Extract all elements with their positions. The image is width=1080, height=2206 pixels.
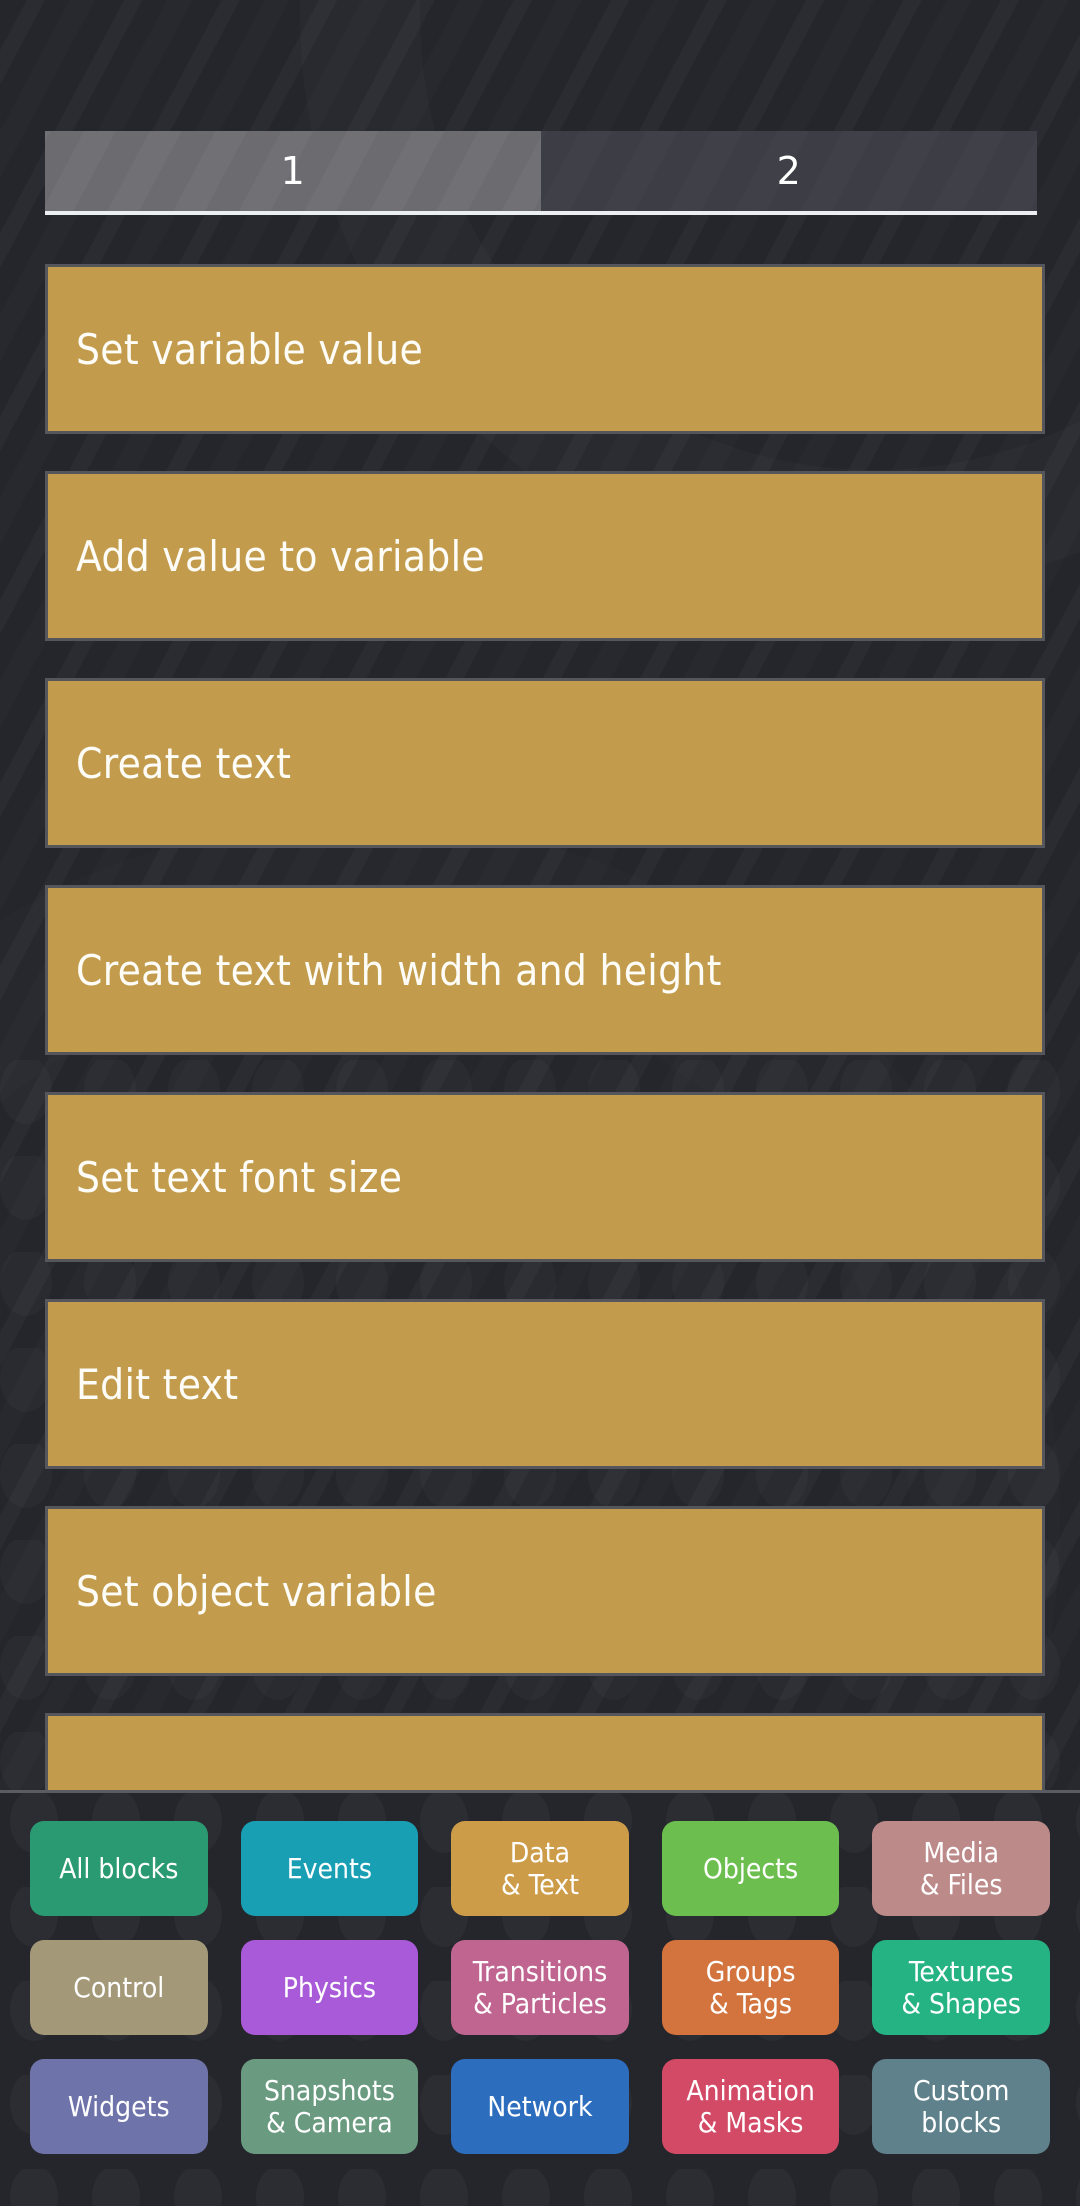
category-button-label: Transitions (472, 1955, 608, 1989)
block-list[interactable]: Set variable value Add value to variable C… (45, 264, 1045, 1792)
category-button-groups-tags[interactable]: Groups & Tags (661, 1940, 840, 2035)
category-button-widgets[interactable]: Widgets (30, 2059, 208, 2154)
block-list-item[interactable]: Create text with width and height (45, 885, 1045, 1055)
category-button-label: Physics (282, 1970, 376, 2004)
category-button-custom-blocks[interactable]: Custom blocks (872, 2059, 1050, 2154)
category-button-label: & Tags (709, 1986, 793, 2020)
block-list-item[interactable]: Set text font size (45, 1092, 1045, 1262)
category-button-events[interactable]: Events (240, 1821, 419, 1916)
tab-page-1-label: 1 (280, 149, 306, 193)
block-list-item[interactable]: Set object variable (45, 1506, 1045, 1676)
block-list-item[interactable] (45, 1713, 1045, 1792)
category-button-label: Animation (686, 2074, 815, 2108)
block-list-item[interactable]: Edit text (45, 1299, 1045, 1469)
category-button-label: Control (73, 1970, 165, 2004)
category-button-label: All blocks (59, 1851, 179, 1885)
category-button-physics[interactable]: Physics (240, 1940, 419, 2035)
tab-page-1[interactable]: 1 (45, 131, 541, 211)
category-button-label: & Text (500, 1867, 580, 1901)
block-list-item-label: Create text with width and height (76, 945, 722, 995)
category-button-control[interactable]: Control (30, 1940, 208, 2035)
category-button-all-blocks[interactable]: All blocks (30, 1821, 208, 1916)
category-button-data-text[interactable]: Data & Text (451, 1821, 629, 1916)
category-button-media-files[interactable]: Media & Files (872, 1821, 1050, 1916)
category-button-label: Media (923, 1836, 1000, 1870)
block-list-item-label: Set object variable (76, 1566, 437, 1616)
category-button-label: Snapshots (263, 2074, 395, 2108)
category-button-label: Events (286, 1851, 373, 1885)
category-button-label: Data (509, 1836, 571, 1870)
block-list-item-label: Set variable value (76, 324, 424, 374)
block-list-item[interactable]: Create text (45, 678, 1045, 848)
block-list-item-label: Set text font size (76, 1152, 403, 1202)
category-button-label: Widgets (67, 2089, 170, 2123)
category-button-animation-masks[interactable]: Animation & Masks (661, 2059, 840, 2154)
category-button-label: Groups (705, 1955, 796, 1989)
category-button-grid: All blocks Events Data & Text Objects Media & … (0, 1793, 1080, 2154)
category-button-label: blocks (921, 2105, 1002, 2139)
category-button-label: & Masks (697, 2105, 804, 2139)
block-list-item-label: Edit text (76, 1359, 239, 1409)
tab-page-2-label: 2 (776, 149, 802, 193)
category-button-label: Network (487, 2089, 593, 2123)
category-button-label: Objects (703, 1851, 799, 1885)
category-button-transitions-particles[interactable]: Transitions & Particles (451, 1940, 629, 2035)
category-button-label: & Shapes (901, 1986, 1022, 2020)
tab-page-2[interactable]: 2 (541, 131, 1037, 211)
category-button-snapshots-camera[interactable]: Snapshots & Camera (240, 2059, 419, 2154)
category-button-textures-shapes[interactable]: Textures & Shapes (872, 1940, 1050, 2035)
page-tab-strip: 1 2 (45, 131, 1037, 215)
category-panel: All blocks Events Data & Text Objects Media & … (0, 1790, 1080, 2206)
category-button-network[interactable]: Network (451, 2059, 629, 2154)
block-list-item[interactable]: Set variable value (45, 264, 1045, 434)
category-button-objects[interactable]: Objects (661, 1821, 840, 1916)
block-list-item[interactable]: Add value to variable (45, 471, 1045, 641)
category-button-label: Custom (912, 2074, 1010, 2108)
category-button-label: & Camera (266, 2105, 393, 2139)
category-button-label: Textures (908, 1955, 1014, 1989)
category-button-label: & Particles (473, 1986, 607, 2020)
category-button-label: & Files (919, 1867, 1003, 1901)
block-list-item-label: Add value to variable (76, 531, 485, 581)
block-list-item-label: Create text (76, 738, 292, 788)
